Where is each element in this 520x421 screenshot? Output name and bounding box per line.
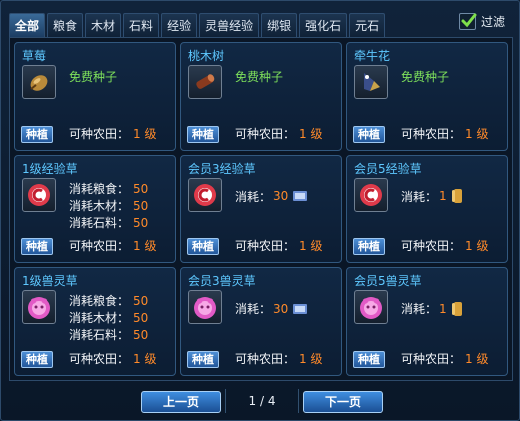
level-value: 1 级 [133,239,157,254]
tab-bound-silver[interactable]: 绑银 [261,13,298,37]
pink-beast-grass-icon [22,290,56,325]
tab-bar: 全部 粮食 木材 石料 经验 灵兽经验 绑银 强化石 元石 过滤 [9,11,511,37]
seed-card-strawberry: 草莓 免费种子 种植 可种农田： 1 级 [14,42,176,151]
field-requirement: 可种农田： 1 级 [401,351,489,366]
cost-line: 消耗： 1 [401,300,465,317]
farm-panel: 全部 粮食 木材 石料 经验 灵兽经验 绑银 强化石 元石 过滤 草莓 免费种子… [0,0,520,421]
card-title: 会员3经验草 [188,161,256,176]
seed-card-peach-wood: 桃木树 免费种子 种植 可种农田： 1 级 [180,42,342,151]
filter-toggle[interactable]: 过滤 [458,13,505,30]
level-value: 1 级 [465,239,489,254]
field-requirement: 可种农田： 1 级 [69,351,157,366]
plant-button[interactable]: 种植 [353,125,385,143]
pink-beast-grass-icon [354,290,388,325]
free-seed-text: 免费种子 [401,70,450,84]
plant-button[interactable]: 种植 [353,238,385,256]
level-value: 1 级 [465,126,489,141]
plant-button[interactable]: 种植 [187,125,219,143]
scroll-icon [451,189,462,204]
card-title: 会员3兽灵草 [188,274,256,289]
field-requirement: 可种农田： 1 级 [401,239,489,254]
free-seed-text: 免费种子 [235,70,284,84]
field-requirement: 可种农田： 1 级 [235,239,323,254]
morning-glory-icon [354,65,388,99]
field-requirement: 可种农田： 1 级 [69,239,157,254]
card-title: 会员5经验草 [354,161,422,176]
seed-card-beast-grass-1: 1级兽灵草 消耗粮食： 50 消耗木材： 50 消耗石料： 50 种植 可种农田： 1 … [14,267,176,376]
scroll-icon [451,301,462,316]
cost-line: 消耗： 30 [235,300,308,317]
check-icon [461,13,477,28]
card-title: 桃木树 [188,49,225,63]
filter-label: 过滤 [480,15,505,29]
tab-stone[interactable]: 石料 [123,13,160,37]
cost-line: 消耗： 30 [235,188,308,205]
cost-wood: 消耗木材： 50 [69,198,149,213]
level-value: 1 级 [133,126,157,141]
field-requirement: 可种农田： 1 级 [401,126,489,141]
seed-grid: 草莓 免费种子 种植 可种农田： 1 级 桃木树 免费种子 种植 可种农田： 1 级… [9,37,513,381]
next-page-button[interactable]: 下一页 [303,391,383,413]
cost-stone: 消耗石料： 50 [69,215,149,230]
pink-beast-grass-icon [188,290,222,325]
cost-grain: 消耗粮食： 50 [69,181,149,196]
red-exp-grass-icon [354,177,388,212]
tab-yuan-stone[interactable]: 元石 [349,13,386,37]
strawberry-seed-icon [22,65,56,99]
card-title: 1级兽灵草 [22,274,78,289]
ticket-icon [293,191,308,202]
red-exp-grass-icon [188,177,222,212]
filter-checkbox[interactable] [458,13,477,30]
seed-card-vip3-beast-grass: 会员3兽灵草 消耗： 30 种植 可种农田： 1 级 [180,267,342,376]
cost-grain: 消耗粮食： 50 [69,294,149,309]
card-title: 会员5兽灵草 [354,274,422,289]
field-requirement: 可种农田： 1 级 [69,126,157,141]
tab-beast-exp[interactable]: 灵兽经验 [199,13,260,37]
pagination: 上一页 1 / 4 下一页 [1,389,520,415]
tab-all[interactable]: 全部 [9,13,46,37]
ticket-icon [293,303,308,314]
field-requirement: 可种农田： 1 级 [235,126,323,141]
card-title: 牵牛花 [354,49,391,63]
tab-wood[interactable]: 木材 [85,13,122,37]
plant-button[interactable]: 种植 [21,238,53,256]
level-value: 1 级 [299,351,323,366]
seed-card-vip5-beast-grass: 会员5兽灵草 消耗： 1 种植 可种农田： 1 级 [346,267,508,376]
level-value: 1 级 [133,351,157,366]
level-value: 1 级 [299,239,323,254]
plant-button[interactable]: 种植 [187,350,219,368]
tab-enhance-stone[interactable]: 强化石 [299,13,348,37]
cost-line: 消耗： 1 [401,188,465,205]
plant-button[interactable]: 种植 [21,125,53,143]
field-requirement: 可种农田： 1 级 [235,351,323,366]
tab-exp[interactable]: 经验 [161,13,198,37]
cost-wood: 消耗木材： 50 [69,311,149,326]
level-value: 1 级 [299,126,323,141]
card-title: 1级经验草 [22,161,78,176]
page-indicator: 1 / 4 [225,389,299,413]
plant-button[interactable]: 种植 [21,350,53,368]
prev-page-button[interactable]: 上一页 [141,391,221,413]
plant-button[interactable]: 种植 [187,238,219,256]
plant-button[interactable]: 种植 [353,350,385,368]
seed-card-vip5-exp-grass: 会员5经验草 消耗： 1 种植 可种农田： 1 级 [346,154,508,264]
free-seed-text: 免费种子 [69,70,118,84]
seed-card-vip3-exp-grass: 会员3经验草 消耗： 30 种植 可种农田： 1 级 [180,154,342,264]
seed-card-morning-glory: 牵牛花 免费种子 种植 可种农田： 1 级 [346,42,508,151]
tab-grain[interactable]: 粮食 [47,13,84,37]
card-title: 草莓 [22,49,47,63]
level-value: 1 级 [465,351,489,366]
seed-card-exp-grass-1: 1级经验草 消耗粮食： 50 消耗木材： 50 消耗石料： 50 种植 可种农田： 1 … [14,154,176,264]
cost-stone: 消耗石料： 50 [69,328,149,343]
red-exp-grass-icon [22,177,56,212]
peach-wood-icon [188,65,222,99]
